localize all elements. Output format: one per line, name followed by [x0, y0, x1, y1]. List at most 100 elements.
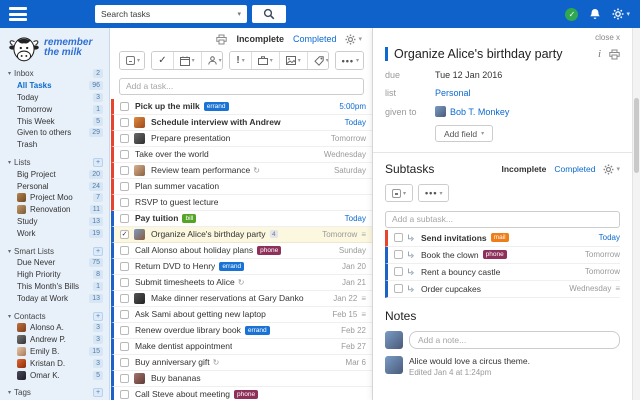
add-button[interactable]: +: [93, 158, 103, 167]
hamburger-menu-icon[interactable]: [9, 7, 27, 21]
media-button[interactable]: ▾: [280, 52, 308, 69]
task-row[interactable]: Ask Sami about getting new laptop Feb 15…: [111, 307, 372, 323]
disclosure-triangle-icon[interactable]: ▾: [8, 313, 11, 320]
task-checkbox[interactable]: [120, 214, 129, 223]
filter-completed[interactable]: Completed: [293, 34, 337, 44]
task-checkbox[interactable]: [120, 150, 129, 159]
list-settings-gear-icon[interactable]: ▾: [345, 34, 362, 45]
task-row[interactable]: RSVP to guest lecture: [111, 195, 372, 211]
task-checkbox[interactable]: [120, 310, 129, 319]
sidebar-item[interactable]: Emily B. 15: [0, 346, 109, 358]
subtasks-settings-gear-icon[interactable]: ▾: [603, 164, 620, 175]
sidebar-section-header[interactable]: ▾ Lists +: [0, 157, 109, 169]
note-item[interactable]: Alice would love a circus theme. Edited …: [385, 356, 620, 377]
tag-pill[interactable]: errand: [219, 262, 244, 271]
task-row[interactable]: Take over the world Wednesday: [111, 147, 372, 163]
sidebar-item[interactable]: This Week 5: [0, 115, 109, 127]
tag-pill[interactable]: phone: [483, 250, 507, 259]
task-row[interactable]: Call Steve about meeting phone: [111, 387, 372, 400]
due-date-button[interactable]: ▾: [174, 52, 202, 69]
search-button[interactable]: [252, 5, 286, 23]
task-row[interactable]: Buy bananas: [111, 371, 372, 387]
sidebar-item[interactable]: Kristan D. 3: [0, 357, 109, 369]
task-checkbox[interactable]: [120, 390, 129, 399]
print-icon[interactable]: [609, 49, 620, 60]
subtask-more-actions-button[interactable]: •••▾: [419, 185, 448, 201]
sidebar-item[interactable]: High Priority 8: [0, 269, 109, 281]
tag-pill[interactable]: errand: [204, 102, 229, 111]
task-checkbox[interactable]: [394, 267, 403, 276]
disclosure-triangle-icon[interactable]: ▾: [8, 70, 11, 77]
filter-incomplete[interactable]: Incomplete: [236, 34, 284, 44]
move-to-list-button[interactable]: ▾: [252, 52, 280, 69]
scrollbar-thumb[interactable]: [634, 98, 639, 173]
sidebar-item[interactable]: Renovation 11: [0, 204, 109, 216]
tag-pill[interactable]: bill: [182, 214, 196, 223]
task-checkbox[interactable]: [394, 284, 403, 293]
disclosure-triangle-icon[interactable]: ▾: [8, 248, 11, 255]
task-checkbox[interactable]: [120, 358, 129, 367]
add-note-input[interactable]: [409, 331, 620, 349]
tag-button[interactable]: ▾: [308, 52, 329, 69]
info-icon[interactable]: i: [598, 48, 601, 60]
sidebar-item[interactable]: Given to others 29: [0, 127, 109, 139]
sidebar-item[interactable]: Personal 24: [0, 180, 109, 192]
task-checkbox[interactable]: [120, 262, 129, 271]
task-checkbox[interactable]: [120, 294, 129, 303]
app-logo[interactable]: rememberthe milk: [0, 28, 109, 68]
sidebar-item[interactable]: Alonso A. 3: [0, 322, 109, 334]
task-row[interactable]: Submit timesheets to Alice ↻ Jan 21: [111, 275, 372, 291]
task-row[interactable]: Review team performance ↻ Saturday: [111, 163, 372, 179]
add-button[interactable]: +: [93, 312, 103, 321]
subtask-select-all-button[interactable]: ▾: [386, 185, 412, 201]
add-field-button[interactable]: Add field▾: [435, 125, 493, 142]
sidebar-item[interactable]: Due Never 75: [0, 257, 109, 269]
task-row[interactable]: Call Alonso about holiday plans phone Su…: [111, 243, 372, 259]
scrollbar[interactable]: [632, 28, 640, 400]
task-checkbox[interactable]: [120, 166, 129, 175]
sidebar-item[interactable]: Study 13: [0, 216, 109, 228]
subtask-row[interactable]: Order cupcakes Wednesday ≡: [385, 281, 620, 298]
task-checkbox[interactable]: [120, 198, 129, 207]
task-checkbox[interactable]: [120, 118, 129, 127]
subtask-row[interactable]: Send invitations mail Today: [385, 230, 620, 247]
task-checkbox[interactable]: [120, 342, 129, 351]
sidebar-section-header[interactable]: ▾ Contacts +: [0, 310, 109, 322]
task-row[interactable]: Plan summer vacation: [111, 179, 372, 195]
add-task-input[interactable]: [119, 78, 364, 95]
task-checkbox[interactable]: ✓: [120, 230, 129, 239]
more-actions-button[interactable]: •••▾: [336, 52, 364, 69]
tag-pill[interactable]: phone: [257, 246, 281, 255]
disclosure-triangle-icon[interactable]: ▾: [8, 389, 11, 396]
task-row[interactable]: Make dentist appointment Feb 27: [111, 339, 372, 355]
task-row[interactable]: Renew overdue library book errand Feb 22: [111, 323, 372, 339]
task-row[interactable]: Schedule interview with Andrew Today: [111, 115, 372, 131]
task-checkbox[interactable]: [120, 278, 129, 287]
search-input[interactable]: Search tasks ▾: [95, 5, 247, 23]
sidebar-item[interactable]: Today 3: [0, 92, 109, 104]
tag-pill[interactable]: errand: [245, 326, 270, 335]
chevron-down-icon[interactable]: ▾: [237, 10, 241, 18]
close-panel-button[interactable]: close x: [595, 33, 620, 42]
sidebar-item[interactable]: Andrew P. 3: [0, 334, 109, 346]
sidebar-item[interactable]: Big Project 20: [0, 168, 109, 180]
sidebar-section-header[interactable]: ▾ Inbox 2: [0, 68, 109, 80]
task-checkbox[interactable]: [120, 326, 129, 335]
subtasks-filter-completed[interactable]: Completed: [554, 164, 595, 174]
sidebar-item[interactable]: Omar K. 5: [0, 369, 109, 381]
complete-button[interactable]: ✓: [152, 52, 173, 69]
subtasks-filter-incomplete[interactable]: Incomplete: [502, 164, 547, 174]
account-settings-gear-icon[interactable]: ▾: [612, 8, 630, 20]
add-button[interactable]: +: [93, 388, 103, 397]
sidebar-item[interactable]: Tomorrow 1: [0, 103, 109, 115]
task-checkbox[interactable]: [120, 374, 129, 383]
tag-pill[interactable]: mail: [491, 233, 509, 242]
sidebar-item[interactable]: Trash: [0, 139, 109, 151]
task-checkbox[interactable]: [394, 233, 403, 242]
sidebar-item[interactable]: Project Moo 7: [0, 192, 109, 204]
add-subtask-input[interactable]: [385, 211, 620, 228]
task-row[interactable]: ✓ Organize Alice's birthday party 4 Tomo…: [111, 227, 372, 243]
task-row[interactable]: Prepare presentation Tomorrow: [111, 131, 372, 147]
field-value[interactable]: Bob T. Monkey: [435, 106, 509, 117]
disclosure-triangle-icon[interactable]: ▾: [8, 159, 11, 166]
